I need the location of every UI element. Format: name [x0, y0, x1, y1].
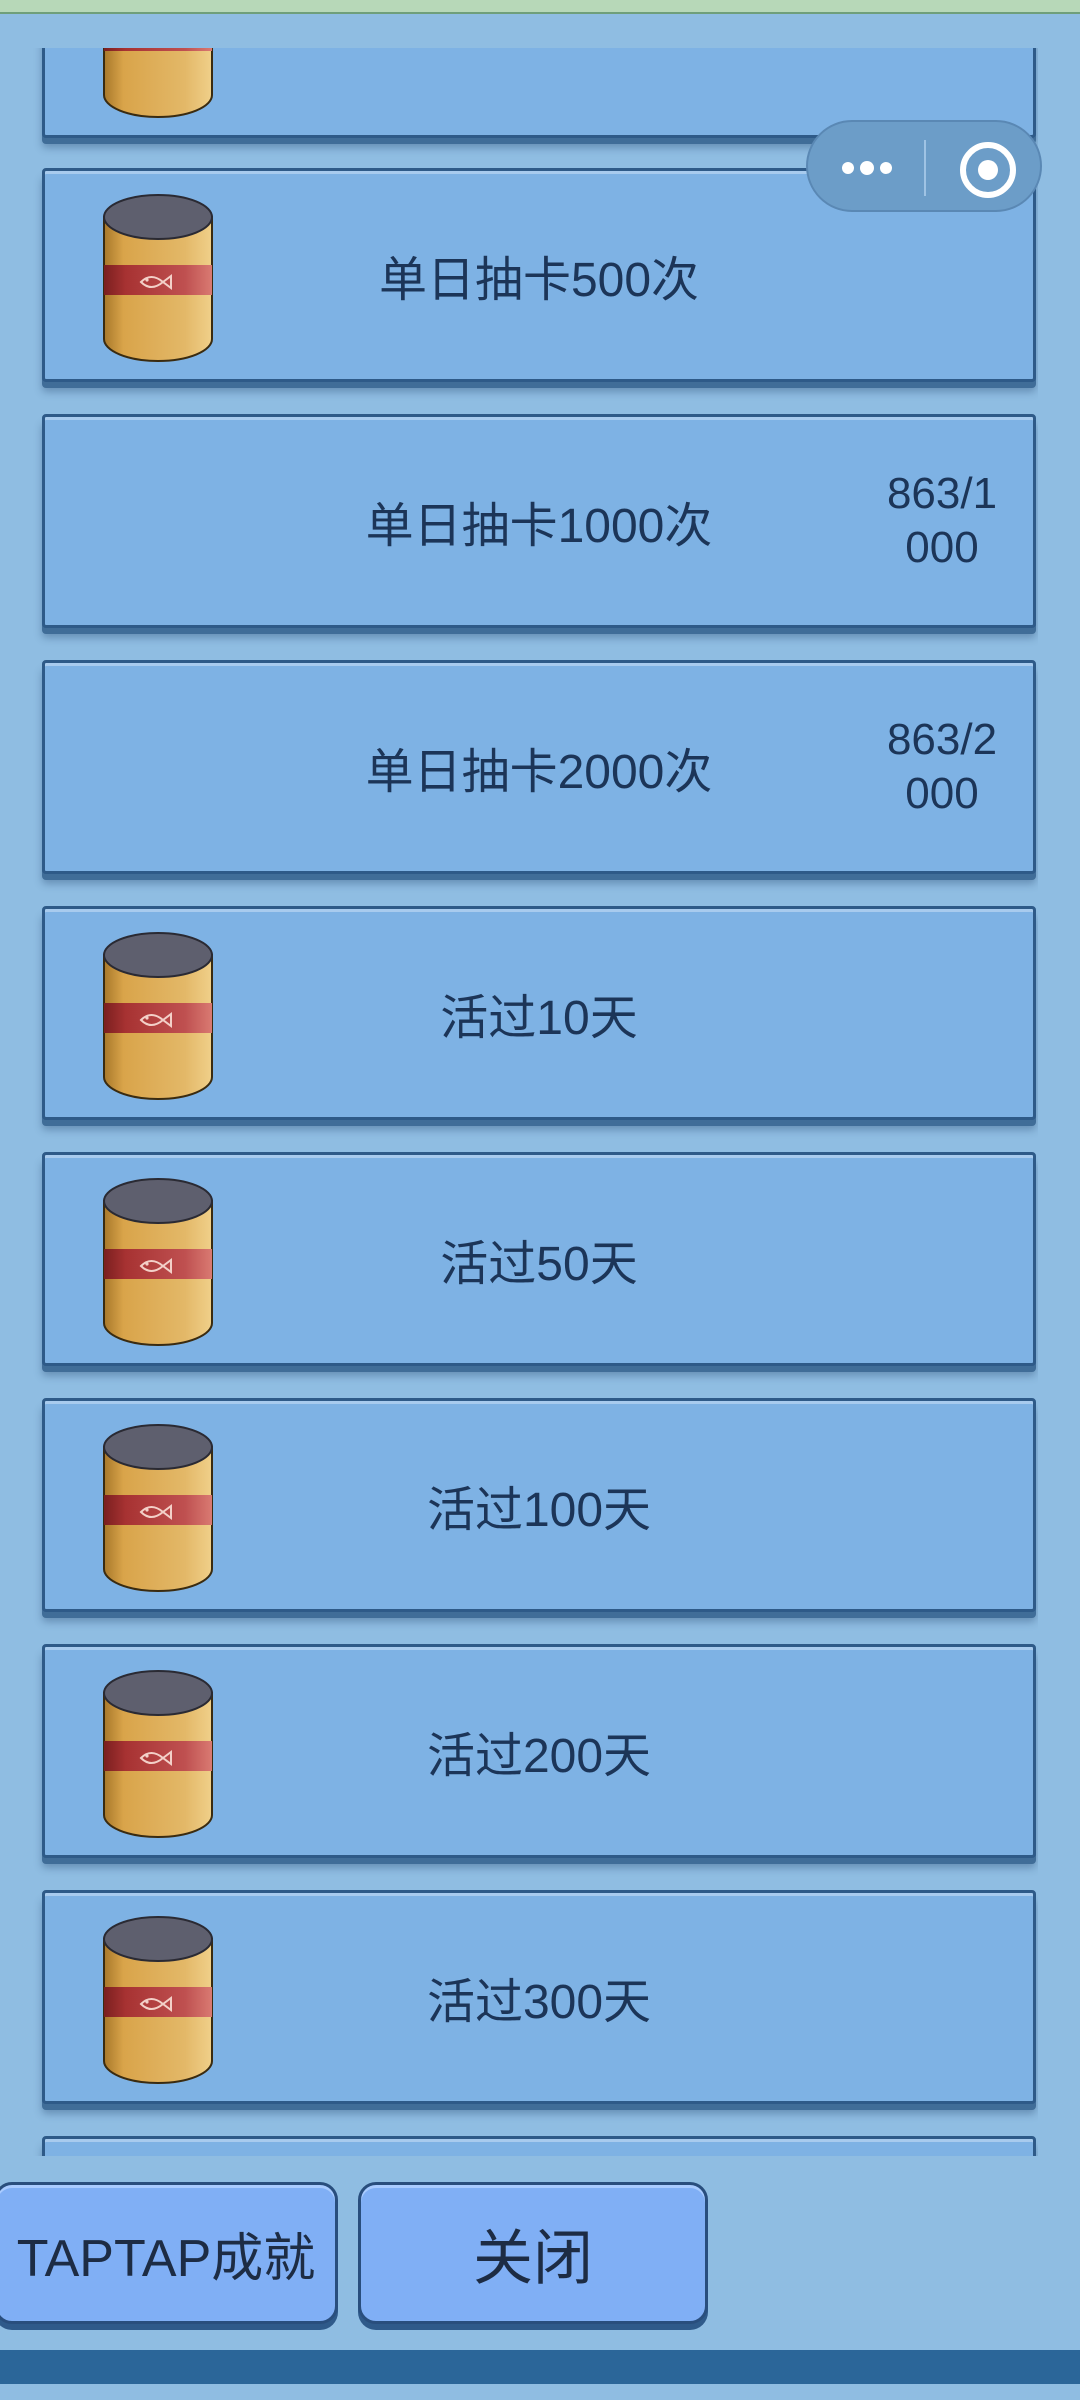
achievement-title: 活过200天	[426, 1730, 652, 1783]
achievement-title	[45, 2139, 1033, 2156]
more-options-icon[interactable]	[808, 122, 924, 214]
close-button[interactable]: 关闭	[358, 2182, 708, 2324]
achievement-card[interactable]: 单日抽卡1000次 863/1 000	[42, 414, 1036, 628]
achievement-title: 活过100天	[426, 1484, 652, 1537]
achievement-title: 活过10天	[440, 992, 638, 1045]
close-miniprogram-icon[interactable]	[960, 142, 1016, 198]
mini-program-capsule	[806, 120, 1042, 212]
bottom-bar	[0, 2350, 1080, 2400]
achievement-card[interactable]: 活过200天	[42, 1644, 1036, 1858]
achievement-progress: 863/1 000	[886, 469, 998, 572]
achievement-card[interactable]: 活过10天	[42, 906, 1036, 1120]
achievement-card[interactable]: 活过50天	[42, 1152, 1036, 1366]
achievement-progress: 863/2 000	[886, 715, 998, 818]
capsule-divider	[924, 140, 926, 196]
achievement-card[interactable]: 活过300天	[42, 1890, 1036, 2104]
achievement-title: 活过50天	[440, 1238, 638, 1291]
achievement-title: 活过300天	[426, 1976, 652, 2029]
achievement-card[interactable]: 活过100天	[42, 1398, 1036, 1612]
taptap-achievements-button[interactable]: TAPTAP成就	[0, 2182, 338, 2324]
achievement-card[interactable]	[42, 2136, 1036, 2156]
status-strip	[0, 0, 1080, 14]
achievement-list[interactable]: 单日抽卡500次 单日抽卡1000次 863/1 000 单日抽卡2000次 863/2…	[28, 48, 1038, 2156]
achievement-card[interactable]: 单日抽卡2000次 863/2 000	[42, 660, 1036, 874]
